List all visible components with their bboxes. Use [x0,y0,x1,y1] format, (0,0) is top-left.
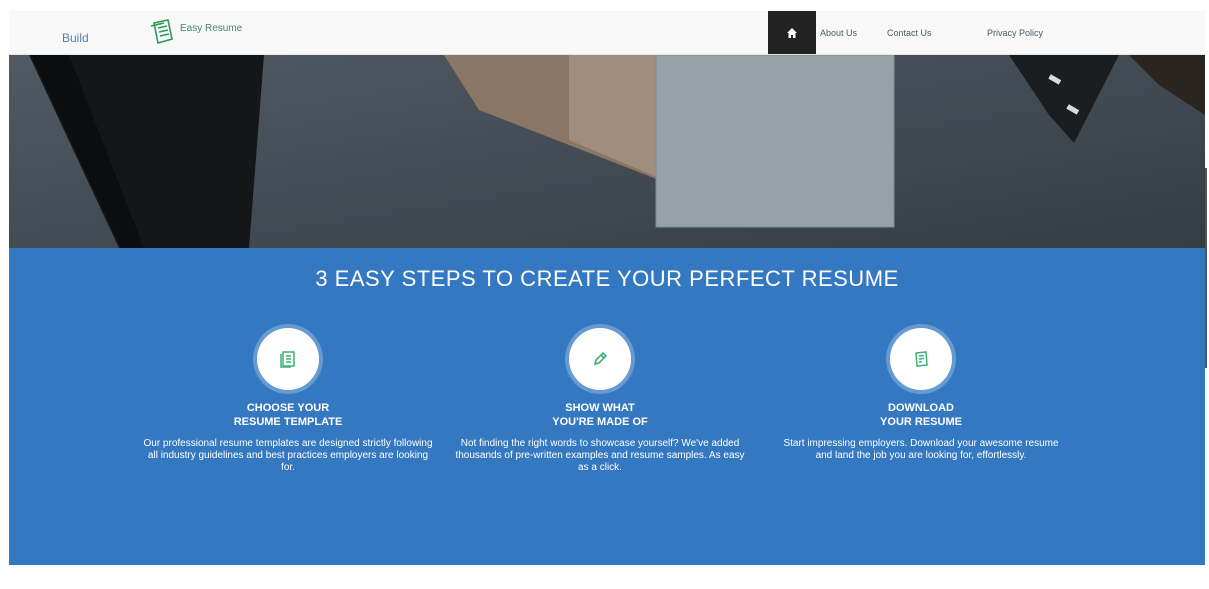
step-title: SHOW WHAT YOU'RE MADE OF [450,401,750,429]
step-title: CHOOSE YOUR RESUME TEMPLATE [138,401,438,429]
hero-image [9,55,1205,248]
step-icon-circle [890,328,952,390]
step-title-line2: YOU'RE MADE OF [552,416,648,428]
steps-heading: 3 EASY STEPS TO CREATE YOUR PERFECT RESU… [315,266,899,291]
download-resume-icon [915,351,928,367]
step-title: DOWNLOAD YOUR RESUME [771,401,1071,429]
step-title-line1: DOWNLOAD [888,402,954,414]
step-show-what: SHOW WHAT YOU'RE MADE OF Not finding the… [450,328,750,474]
desk-photo [9,55,1205,248]
step-title-line2: RESUME TEMPLATE [233,416,343,428]
step-icon-circle [257,328,319,390]
brand-name: Easy Resume [180,23,243,34]
pencil-icon [593,351,608,366]
brand-logo[interactable]: Easy Resume [146,17,242,47]
step-choose-template: CHOOSE YOUR RESUME TEMPLATE Our professi… [138,328,438,474]
nav-link-privacy-policy[interactable]: Privacy Policy [987,28,1043,38]
nav-link-contact-us[interactable]: Contact Us [887,28,932,38]
home-button[interactable] [768,11,816,54]
step-description: Our professional resume templates are de… [143,438,433,473]
build-link[interactable]: Build [62,31,89,45]
step-title-line1: CHOOSE YOUR [246,402,330,414]
step-title-line2: YOUR RESUME [880,416,962,428]
resume-icon [280,351,295,368]
step-icon-circle [569,328,631,390]
steps-section: 3 EASY STEPS TO CREATE YOUR PERFECT RESU… [9,248,1205,565]
step-description: Start impressing employers. Download you… [783,438,1059,461]
step-title-line1: SHOW WHAT [565,402,635,414]
nav-link-about-us[interactable]: About Us [820,28,857,38]
step-description: Not finding the right words to showcase … [455,438,745,473]
home-icon [787,27,797,38]
scrollbar[interactable] [1205,168,1207,368]
resume-logo-icon [150,19,173,45]
step-download: DOWNLOAD YOUR RESUME Start impressing em… [771,328,1071,462]
top-navbar: Build Easy Resume About Us Contact Us Pr… [9,11,1205,55]
